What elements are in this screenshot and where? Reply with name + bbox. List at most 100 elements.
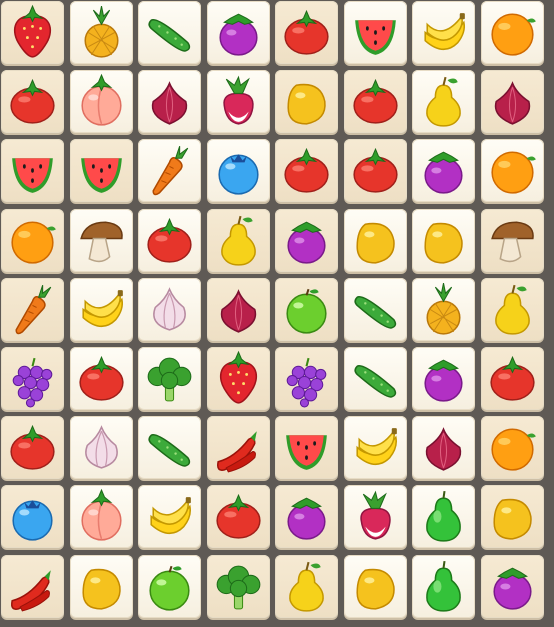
tile-pear[interactable] (207, 209, 270, 272)
mango-icon (287, 83, 326, 125)
tile-eggplant[interactable] (275, 209, 338, 272)
tile-apple[interactable] (275, 278, 338, 341)
tile-pineapple[interactable] (70, 1, 133, 64)
radish-icon (360, 490, 391, 540)
tile-carrot[interactable] (138, 139, 201, 202)
tile-broccoli[interactable] (138, 347, 201, 410)
tile-onion[interactable] (138, 70, 201, 133)
tile-orange[interactable] (481, 416, 544, 479)
tile-banana[interactable] (412, 1, 475, 64)
peach-icon (81, 488, 122, 541)
banana-icon (150, 497, 191, 535)
tile-radish[interactable] (207, 70, 270, 133)
tile-mango[interactable] (275, 70, 338, 133)
tile-onion[interactable] (412, 416, 475, 479)
tile-watermelon[interactable] (70, 139, 133, 202)
tile-blueberry[interactable] (1, 485, 64, 548)
tile-orange[interactable] (481, 1, 544, 64)
tile-tomato[interactable] (1, 416, 64, 479)
watermelon-icon (355, 20, 396, 55)
tile-banana[interactable] (70, 278, 133, 341)
tile-eggplant[interactable] (481, 555, 544, 618)
tile-cucumber[interactable] (344, 347, 407, 410)
tile-tomato[interactable] (344, 70, 407, 133)
tile-eggplant[interactable] (412, 347, 475, 410)
apple-icon (149, 565, 190, 611)
garlic-icon (85, 425, 118, 469)
tile-onion[interactable] (207, 278, 270, 341)
apple-icon (286, 288, 327, 334)
tile-mango[interactable] (344, 555, 407, 618)
tile-onion[interactable] (481, 70, 544, 133)
tile-banana[interactable] (344, 416, 407, 479)
tile-pineapple[interactable] (412, 278, 475, 341)
tile-garlic[interactable] (138, 278, 201, 341)
tile-cucumber[interactable] (344, 278, 407, 341)
tile-peach[interactable] (70, 70, 133, 133)
tile-eggplant[interactable] (275, 485, 338, 548)
radish-icon (223, 75, 254, 125)
cucumber-icon (354, 365, 397, 398)
tile-carrot[interactable] (1, 278, 64, 341)
mango-icon (493, 498, 532, 540)
pear-icon (426, 76, 461, 127)
tile-tomato[interactable] (275, 1, 338, 64)
tile-tomato[interactable] (70, 347, 133, 410)
tomato-icon (490, 355, 535, 401)
tile-blueberry[interactable] (207, 139, 270, 202)
tile-watermelon[interactable] (1, 139, 64, 202)
tile-green-pear[interactable] (412, 555, 475, 618)
tile-eggplant[interactable] (207, 1, 270, 64)
tile-strawberry[interactable] (1, 1, 64, 64)
tile-tomato[interactable] (1, 70, 64, 133)
tile-tomato[interactable] (138, 209, 201, 272)
tile-grapes[interactable] (1, 347, 64, 410)
tile-tomato[interactable] (481, 347, 544, 410)
tile-orange[interactable] (481, 139, 544, 202)
eggplant-icon (219, 13, 258, 56)
strawberry-icon (14, 4, 51, 58)
tile-mushroom[interactable] (481, 209, 544, 272)
tile-watermelon[interactable] (344, 1, 407, 64)
tile-pear[interactable] (275, 555, 338, 618)
tile-green-pear[interactable] (412, 485, 475, 548)
pear-icon (495, 284, 530, 335)
carrot-icon (152, 145, 189, 196)
mango-icon (82, 568, 121, 610)
tile-chili[interactable] (1, 555, 64, 618)
tomato-icon (147, 217, 192, 263)
tile-mango[interactable] (481, 485, 544, 548)
tile-tomato[interactable] (207, 485, 270, 548)
tile-mango[interactable] (344, 209, 407, 272)
tile-garlic[interactable] (70, 416, 133, 479)
tile-broccoli[interactable] (207, 555, 270, 618)
tile-cucumber[interactable] (138, 1, 201, 64)
tile-orange[interactable] (1, 209, 64, 272)
tile-apple[interactable] (138, 555, 201, 618)
tile-grapes[interactable] (275, 347, 338, 410)
tile-mango[interactable] (70, 555, 133, 618)
tile-strawberry[interactable] (207, 347, 270, 410)
tile-radish[interactable] (344, 485, 407, 548)
garlic-icon (153, 287, 186, 331)
mango-icon (356, 568, 395, 610)
tile-pear[interactable] (412, 70, 475, 133)
pineapple-icon (426, 282, 461, 335)
cucumber-icon (148, 19, 191, 52)
mango-icon (424, 222, 463, 264)
tile-cucumber[interactable] (138, 416, 201, 479)
tile-mushroom[interactable] (70, 209, 133, 272)
peach-icon (81, 73, 122, 126)
tile-chili[interactable] (207, 416, 270, 479)
banana-icon (356, 428, 397, 466)
tile-mango[interactable] (412, 209, 475, 272)
tile-banana[interactable] (138, 485, 201, 548)
tile-tomato[interactable] (344, 139, 407, 202)
cucumber-icon (354, 296, 397, 329)
tile-eggplant[interactable] (412, 139, 475, 202)
tile-tomato[interactable] (275, 139, 338, 202)
tile-peach[interactable] (70, 485, 133, 548)
tile-watermelon[interactable] (275, 416, 338, 479)
tile-pear[interactable] (481, 278, 544, 341)
broccoli-icon (216, 565, 261, 610)
